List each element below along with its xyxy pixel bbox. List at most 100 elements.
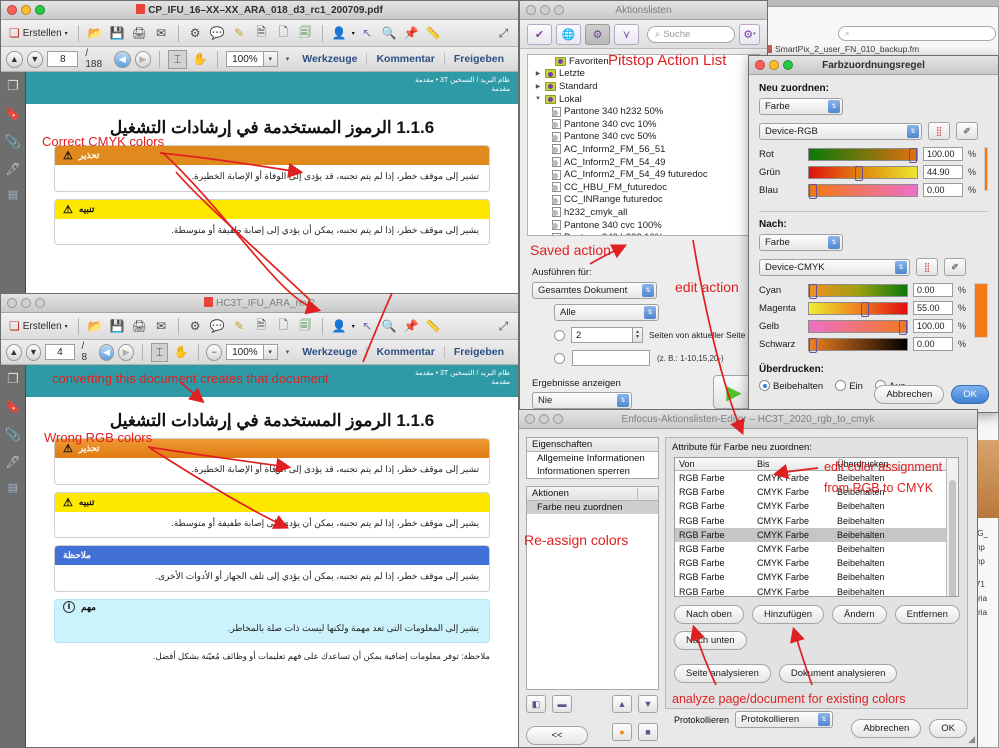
- zoom-dropdown-icon[interactable]: ▾: [263, 51, 278, 67]
- table-scrollbar[interactable]: [946, 458, 958, 596]
- add-page-icon[interactable]: 🗋: [274, 24, 293, 43]
- print-icon[interactable]: 🖨: [130, 317, 149, 336]
- acrobat-page-toolbar[interactable]: ▲ ▼ 8 / 188 ◀ ▶ ⌶ ✋ 100% ▾ ▾ Werkzeuge K…: [1, 47, 518, 72]
- table-row[interactable]: RGB Farbe CMYK Farbe Beibehalten: [675, 570, 958, 584]
- back-nav-button[interactable]: ◀: [98, 343, 115, 361]
- acrobat-page-toolbar[interactable]: ▲ ▼ 4 / 8 ◀ ▶ ⌶ ✋ − 100% ▾ ▾ Werkzeuge K…: [1, 340, 518, 365]
- table-row[interactable]: RGB Farbe CMYK Farbe Beibehalten: [675, 542, 958, 556]
- disable-state-icon[interactable]: ■: [638, 723, 658, 741]
- maximize-button[interactable]: [553, 414, 563, 424]
- tree-item-lokal[interactable]: ▼ Lokal: [528, 93, 759, 106]
- stamp-icon[interactable]: 🖋: [5, 162, 20, 176]
- tree-item-action[interactable]: Pantone 340 h232 10%: [528, 231, 759, 235]
- ruler-icon[interactable]: 📏: [424, 24, 443, 43]
- slider-knob[interactable]: [861, 301, 869, 317]
- zoom-tool-icon[interactable]: 🔍: [380, 24, 399, 43]
- move-up-icon[interactable]: ▲: [612, 695, 632, 713]
- next-page-button[interactable]: ▼: [25, 343, 42, 361]
- channel-slider[interactable]: [808, 165, 918, 181]
- select-cursor-icon[interactable]: ⌶: [168, 49, 187, 69]
- attachment-icon[interactable]: 📎: [5, 134, 21, 150]
- action-list-tree[interactable]: Favoriten ▶ Letzte ▶ Standard ▼ Lokal Pa…: [527, 54, 760, 236]
- pages-from-input[interactable]: 2: [571, 327, 633, 343]
- print-icon[interactable]: 🖨: [130, 24, 149, 43]
- open-file-icon[interactable]: 📂: [86, 317, 105, 336]
- page-range-radio[interactable]: [554, 352, 565, 364]
- collapse-button[interactable]: <<: [526, 726, 588, 745]
- zoom-level-input[interactable]: 100%: [226, 51, 264, 67]
- color-mapping-dialog[interactable]: Farbzuordnungsregel Neu zuordnen: Farbe …: [748, 55, 999, 413]
- ok-button[interactable]: OK: [929, 719, 967, 738]
- from-type-select[interactable]: Farbe ⇅: [759, 98, 843, 115]
- channel-value-input[interactable]: 0.00: [913, 283, 953, 297]
- layers-icon[interactable]: ▤: [8, 481, 18, 494]
- resize-grip-icon[interactable]: ◢: [968, 734, 975, 745]
- window-controls[interactable]: [525, 414, 563, 424]
- ok-button[interactable]: OK: [951, 385, 989, 404]
- table-row[interactable]: RGB Farbe CMYK Farbe Beibehalten: [675, 514, 958, 528]
- page-number-input[interactable]: 8: [47, 51, 79, 67]
- minimize-button[interactable]: [539, 414, 549, 424]
- maximize-button[interactable]: [783, 60, 793, 70]
- email-icon[interactable]: ✉: [152, 317, 171, 336]
- search-input[interactable]: ⌕ Suche: [647, 25, 735, 43]
- gear-icon[interactable]: ⚙: [186, 24, 205, 43]
- comment-link[interactable]: Kommentar: [366, 53, 443, 65]
- add-action-icon[interactable]: ◧: [526, 695, 546, 713]
- properties-item-lock[interactable]: Informationen sperren: [527, 465, 658, 478]
- to-type-select[interactable]: Farbe ⇅: [759, 234, 843, 251]
- state-toolbar[interactable]: ● ■: [612, 723, 658, 741]
- share-link[interactable]: Freigeben: [443, 346, 513, 358]
- highlight-icon[interactable]: ✎: [230, 317, 249, 336]
- pin-icon[interactable]: 📌: [402, 24, 421, 43]
- zoom-level-input[interactable]: 100%: [226, 344, 264, 360]
- acrobat-main-toolbar[interactable]: ❏ Erstellen ▾ 📂 💾 🖨 ✉ ⚙ 💬 ✎ 🗎 🗋 🗐 👤 ▾ ↖ …: [1, 20, 518, 47]
- attributes-table[interactable]: Von Bis Überdrucken RGB Farbe CMYK Farbe B…: [674, 457, 959, 597]
- scope-select[interactable]: Gesamtes Dokument ⇅: [532, 282, 657, 299]
- zoom-dropdown-icon[interactable]: ▾: [263, 344, 278, 360]
- channel-slider[interactable]: [808, 183, 918, 199]
- page-range-input[interactable]: [572, 350, 650, 366]
- tree-item-action[interactable]: Pantone 340 cvc 100%: [528, 219, 759, 232]
- color-picker-swatches-icon[interactable]: ⣿: [916, 258, 938, 276]
- actions-toolbar[interactable]: ◧ ▬: [526, 695, 572, 713]
- tree-item-action[interactable]: AC_Inform2_FM_54_49 futuredoc: [528, 168, 759, 181]
- actions-item-color-remap[interactable]: Farbe neu zuordnen: [527, 501, 658, 514]
- signature-icon[interactable]: 👤: [330, 24, 349, 43]
- check-page-icon[interactable]: 🗐: [296, 24, 315, 43]
- maximize-button[interactable]: [554, 5, 564, 15]
- window-controls[interactable]: [526, 5, 564, 15]
- move-down-icon[interactable]: ▼: [638, 695, 658, 713]
- cancel-button[interactable]: Abbrechen: [874, 385, 945, 404]
- remove-action-icon[interactable]: ▬: [552, 695, 572, 713]
- tools-link[interactable]: Werkzeuge: [293, 53, 366, 65]
- tree-item-action[interactable]: AC_Inform2_FM_56_51: [528, 143, 759, 156]
- color-picker-swatches-icon[interactable]: ⣿: [928, 122, 950, 140]
- dialog-buttons[interactable]: Abbrechen OK: [874, 385, 989, 404]
- table-row[interactable]: RGB Farbe CMYK Farbe Beibehalten: [675, 556, 958, 570]
- slider-knob[interactable]: [899, 319, 907, 335]
- expander-icon[interactable]: ▼: [534, 96, 542, 102]
- hand-tool-icon[interactable]: ✋: [172, 343, 189, 362]
- channel-slider[interactable]: [808, 147, 918, 163]
- expander-icon[interactable]: ▶: [534, 70, 542, 77]
- enable-state-icon[interactable]: ●: [612, 723, 632, 741]
- log-select[interactable]: Protokollieren ⇅: [735, 711, 834, 728]
- properties-pane[interactable]: Eigenschaften Allgemeine Informationen I…: [526, 437, 659, 479]
- pages-icon[interactable]: ❐: [7, 371, 19, 387]
- analyze-document-button[interactable]: Dokument analysieren: [778, 664, 898, 683]
- close-button[interactable]: [525, 414, 535, 424]
- channel-slider[interactable]: [808, 337, 908, 353]
- radio-icon[interactable]: [835, 380, 847, 391]
- properties-item-general[interactable]: Allgemeine Informationen: [527, 452, 658, 465]
- window-controls[interactable]: [755, 60, 793, 70]
- signature-icon[interactable]: 👤: [330, 317, 349, 336]
- tools-link[interactable]: Werkzeuge: [293, 346, 366, 358]
- expand-icon[interactable]: ⤢: [494, 317, 513, 336]
- channel-slider[interactable]: [808, 301, 908, 317]
- comment-bubble-icon[interactable]: 💬: [208, 317, 227, 336]
- navigation-rail[interactable]: ❐ 🔖 📎 🖋 ▤: [1, 72, 26, 296]
- open-file-icon[interactable]: 📂: [86, 24, 105, 43]
- comment-link[interactable]: Kommentar: [366, 346, 443, 358]
- slider-knob[interactable]: [909, 147, 917, 163]
